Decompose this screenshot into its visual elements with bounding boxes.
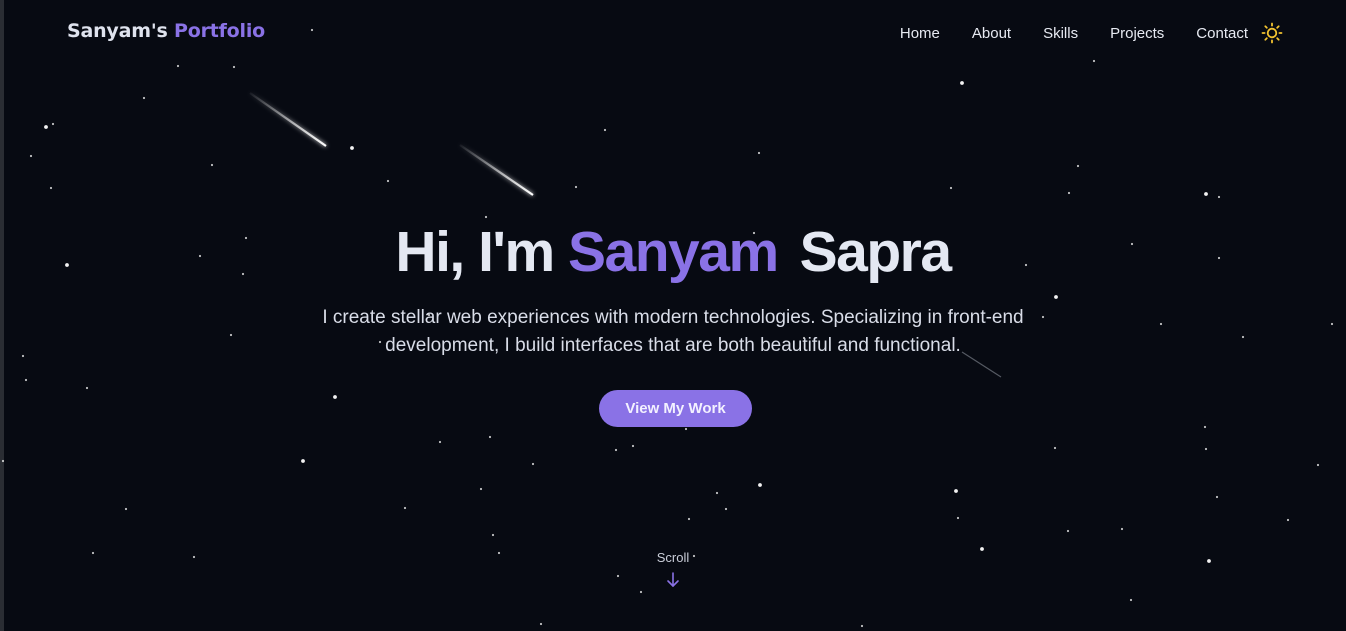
star	[614, 448, 618, 452]
star	[758, 483, 762, 487]
star	[1204, 447, 1208, 451]
star	[142, 96, 146, 100]
star	[1286, 518, 1290, 522]
shooting-star	[249, 92, 327, 147]
star	[687, 517, 691, 521]
star	[724, 507, 728, 511]
star	[51, 122, 55, 126]
page: Sanyam's Portfolio Home About Skills Pro…	[0, 0, 1346, 631]
nav-skills[interactable]: Skills	[1043, 25, 1078, 42]
star	[1204, 192, 1208, 196]
star	[24, 378, 28, 382]
star	[1159, 322, 1163, 326]
star	[539, 622, 543, 626]
star	[1207, 559, 1211, 563]
arrow-down-icon	[667, 572, 679, 587]
hero-greeting: Hi, I'm	[395, 220, 555, 284]
hero-first-name: Sanyam	[568, 220, 779, 284]
star	[1053, 446, 1057, 450]
star	[860, 624, 864, 628]
star	[639, 590, 643, 594]
theme-toggle-button[interactable]	[1261, 22, 1283, 44]
star	[960, 81, 964, 85]
star	[1316, 463, 1320, 467]
sun-icon	[1261, 22, 1283, 44]
star	[49, 186, 53, 190]
star	[386, 179, 390, 183]
star	[1066, 529, 1070, 533]
star	[301, 459, 305, 463]
hero-heading: Hi, I'm Sanyam Sapra	[0, 219, 1346, 285]
top-navbar: Sanyam's Portfolio Home About Skills Pro…	[0, 0, 1346, 66]
star	[333, 395, 337, 399]
star	[949, 186, 953, 190]
star	[438, 440, 442, 444]
view-my-work-button[interactable]: View My Work	[599, 390, 752, 427]
star	[757, 151, 761, 155]
star	[29, 154, 33, 158]
star	[954, 489, 958, 493]
star	[956, 516, 960, 520]
main-nav: Home About Skills Projects Contact	[900, 22, 1283, 44]
nav-contact[interactable]: Contact	[1196, 25, 1248, 42]
star	[479, 487, 483, 491]
star	[1203, 425, 1207, 429]
scroll-label: Scroll	[656, 550, 690, 565]
star	[192, 555, 196, 559]
brand-accent: Portfolio	[173, 20, 266, 42]
star	[484, 215, 488, 219]
star	[531, 462, 535, 466]
nav-home[interactable]: Home	[900, 25, 940, 42]
shooting-star	[459, 144, 534, 196]
star	[715, 491, 719, 495]
scroll-indicator[interactable]: Scroll	[623, 550, 723, 589]
star	[1, 459, 5, 463]
hero-subtitle: I create stellar web experiences with mo…	[322, 307, 1024, 356]
star	[1215, 495, 1219, 499]
brand-name: Sanyam's	[67, 20, 168, 42]
brand-logo[interactable]: Sanyam's Portfolio	[67, 20, 265, 42]
star	[1067, 191, 1071, 195]
star	[1330, 322, 1334, 326]
star	[631, 444, 635, 448]
star	[616, 574, 620, 578]
star	[1054, 295, 1058, 299]
star	[124, 507, 128, 511]
star	[497, 551, 501, 555]
star	[210, 163, 214, 167]
star	[91, 551, 95, 555]
star	[1217, 195, 1221, 199]
star	[980, 547, 984, 551]
star	[574, 185, 578, 189]
nav-projects[interactable]: Projects	[1110, 25, 1164, 42]
nav-about[interactable]: About	[972, 25, 1011, 42]
star	[488, 435, 492, 439]
star	[232, 65, 236, 69]
star	[684, 427, 688, 431]
star	[1076, 164, 1080, 168]
star	[1120, 527, 1124, 531]
star	[1129, 598, 1133, 602]
star	[403, 506, 407, 510]
star	[229, 333, 233, 337]
hero-last-name: Sapra	[799, 220, 952, 284]
star	[44, 125, 48, 129]
star	[85, 386, 89, 390]
star	[350, 146, 354, 150]
star	[1241, 335, 1245, 339]
star	[21, 354, 25, 358]
star	[603, 128, 607, 132]
star	[491, 533, 495, 537]
